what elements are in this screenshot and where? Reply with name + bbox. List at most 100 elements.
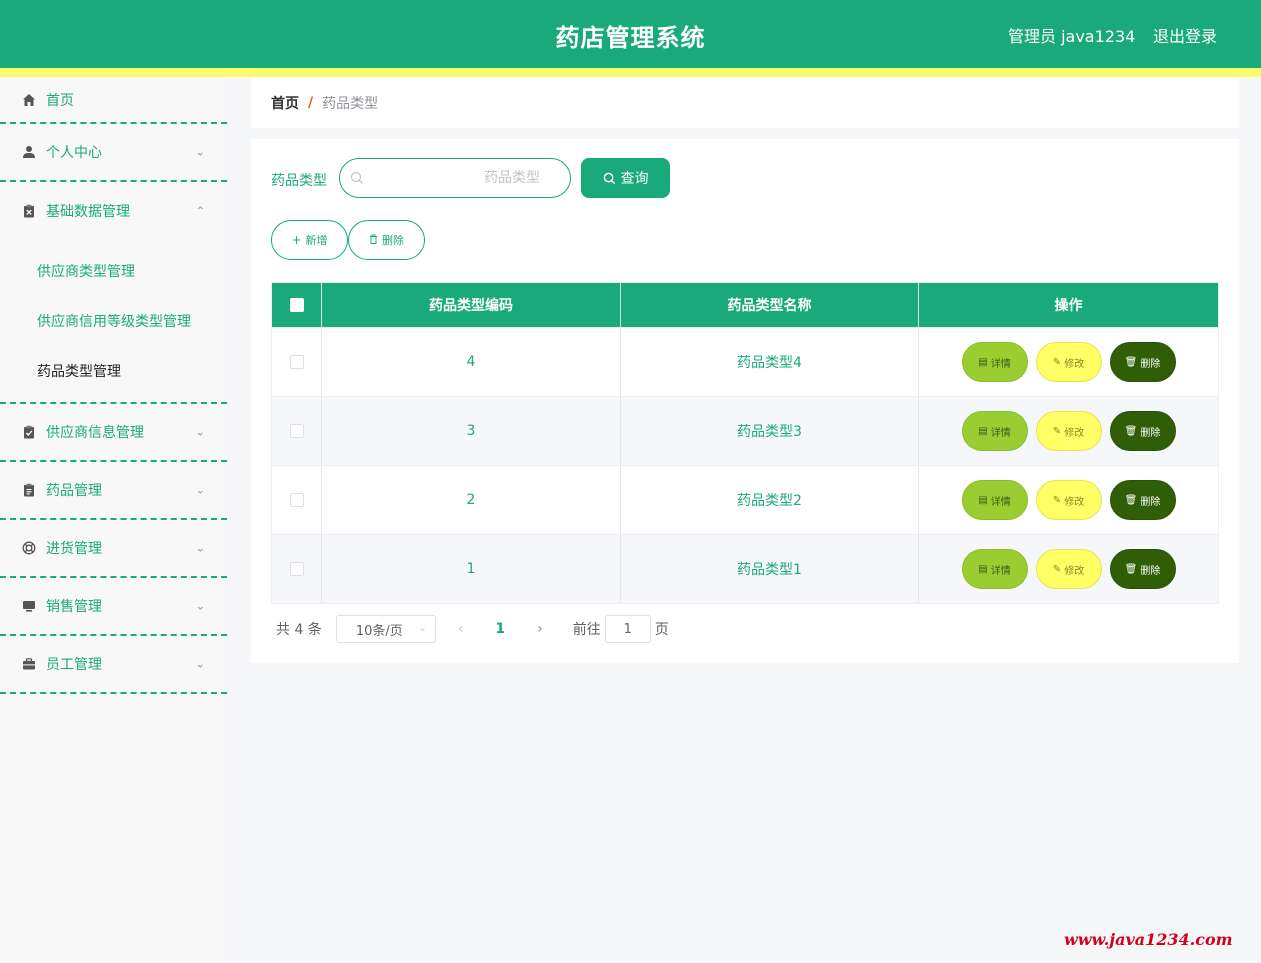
cell-code: 1 [322, 535, 621, 603]
cell-actions: ▤ 详情 ✎ 修改 🗑 删除 [919, 328, 1218, 396]
detail-button[interactable]: ▤ 详情 [961, 480, 1028, 520]
sidebar-item-sales[interactable]: 销售管理 ⌄ [0, 578, 227, 636]
briefcase-icon [21, 656, 37, 672]
add-button[interactable]: + 新增 [271, 220, 348, 260]
delete-button[interactable]: 🗑 删除 [1109, 549, 1176, 589]
trash-icon: 🗑 [1124, 425, 1138, 437]
pencil-icon: ✎ [1052, 425, 1062, 437]
chevron-down-icon: ⌄ [195, 483, 205, 497]
table-row: 2 药品类型2 ▤ 详情 ✎ 修改 🗑 删除 [272, 465, 1218, 534]
sidebar-item-drug[interactable]: 药品管理 ⌄ [0, 462, 227, 520]
edit-button[interactable]: ✎ 修改 [1035, 411, 1102, 451]
sidebar-item-staff[interactable]: 员工管理 ⌄ [0, 636, 227, 694]
column-header-code: 药品类型编码 [322, 283, 621, 327]
edit-label: 修改 [1064, 496, 1085, 508]
edit-button[interactable]: ✎ 修改 [1035, 549, 1102, 589]
pencil-icon: ✎ [1052, 563, 1062, 575]
delete-label: 删除 [1140, 427, 1161, 439]
search-icon [350, 170, 364, 184]
column-header-actions: 操作 [1054, 298, 1083, 314]
sidebar-subitem-supplier-type[interactable]: 供应商类型管理 [0, 246, 227, 296]
document-icon: ▤ [978, 563, 988, 575]
breadcrumb: 首页 / 药品类型 [251, 77, 1239, 128]
cell-code: 4 [322, 328, 621, 396]
breadcrumb-current: 药品类型 [322, 95, 379, 112]
delete-button[interactable]: 🗑 删除 [1109, 342, 1176, 382]
chevron-down-icon: ⌄ [195, 145, 205, 159]
row-checkbox[interactable] [289, 493, 304, 507]
plus-icon: + [291, 233, 302, 247]
pencil-icon: ✎ [1052, 356, 1062, 368]
select-all-cell [272, 283, 322, 327]
table-row: 4 药品类型4 ▤ 详情 ✎ 修改 🗑 删除 [272, 327, 1218, 396]
search-input[interactable] [370, 167, 560, 189]
delete-button[interactable]: 🗑 删除 [1109, 480, 1176, 520]
cell-name: 药品类型2 [621, 466, 919, 534]
batch-delete-label: 删除 [382, 234, 404, 247]
sidebar-item-label: 进货管理 [46, 541, 102, 557]
page-size-select[interactable]: 10条/页 ⌄ [335, 615, 436, 643]
row-checkbox[interactable] [289, 562, 304, 576]
page-size-value: 10条/页 [355, 623, 403, 639]
clipboard-icon [21, 203, 37, 219]
table-row: 1 药品类型1 ▤ 详情 ✎ 修改 🗑 删除 [272, 534, 1218, 603]
prev-page-button[interactable]: ‹ [458, 621, 464, 637]
detail-label: 详情 [990, 358, 1011, 370]
detail-label: 详情 [990, 565, 1011, 577]
query-button-label: 查询 [620, 171, 649, 187]
sidebar-item-supplier-info[interactable]: 供应商信息管理 ⌄ [0, 404, 227, 462]
breadcrumb-home[interactable]: 首页 [271, 93, 299, 113]
next-page-button[interactable]: › [537, 621, 543, 637]
page-unit-label: 页 [654, 622, 669, 638]
edit-label: 修改 [1064, 358, 1085, 370]
select-all-checkbox[interactable] [289, 298, 304, 312]
document-icon: ▤ [978, 356, 988, 368]
admin-user-label: 管理员 java1234 [1008, 27, 1136, 46]
pagination-total: 共 4 条 [276, 622, 322, 638]
trash-icon: 🗑 [1124, 356, 1138, 368]
edit-label: 修改 [1064, 565, 1085, 577]
search-field[interactable] [339, 158, 571, 198]
watermark: www.java1234.com [1064, 930, 1233, 949]
content-card: 药品类型 查询 + 新增 删除 药品类型编码 药品类型名称 操作 4 [251, 139, 1239, 663]
chevron-down-icon: ⌄ [418, 623, 427, 634]
trash-icon: 🗑 [1124, 494, 1138, 506]
sidebar-item-profile[interactable]: 个人中心 ⌄ [0, 124, 227, 182]
delete-label: 删除 [1140, 565, 1161, 577]
cell-actions: ▤ 详情 ✎ 修改 🗑 删除 [919, 535, 1218, 603]
delete-button[interactable]: 🗑 删除 [1109, 411, 1176, 451]
edit-button[interactable]: ✎ 修改 [1035, 480, 1102, 520]
trash-icon: 🗑 [1124, 563, 1138, 575]
breadcrumb-separator: / [308, 94, 314, 111]
row-checkbox[interactable] [289, 424, 304, 438]
edit-button[interactable]: ✎ 修改 [1035, 342, 1102, 382]
query-button[interactable]: 查询 [581, 158, 670, 198]
search-label: 药品类型 [271, 173, 327, 189]
delete-label: 删除 [1140, 496, 1161, 508]
sidebar-item-purchase[interactable]: 进货管理 ⌄ [0, 520, 227, 578]
detail-label: 详情 [990, 427, 1011, 439]
chevron-down-icon: ⌄ [195, 599, 205, 613]
sidebar-subitem-supplier-credit-type[interactable]: 供应商信用等级类型管理 [0, 296, 227, 346]
home-icon [21, 92, 37, 108]
page-jump-input[interactable] [604, 615, 651, 643]
detail-button[interactable]: ▤ 详情 [961, 411, 1028, 451]
batch-delete-button[interactable]: 删除 [348, 220, 425, 260]
sidebar-subitem-drug-type[interactable]: 药品类型管理 [0, 346, 227, 396]
add-button-label: 新增 [305, 234, 328, 247]
sidebar-item-label: 供应商信息管理 [46, 425, 144, 441]
trash-icon [369, 233, 378, 247]
search-icon [603, 172, 615, 184]
logout-link[interactable]: 退出登录 [1153, 23, 1217, 47]
row-checkbox[interactable] [289, 355, 304, 369]
clipboard-check-icon [21, 424, 37, 440]
page-number[interactable]: 1 [495, 621, 505, 637]
sidebar-item-home[interactable]: 首页 [0, 77, 227, 124]
detail-button[interactable]: ▤ 详情 [961, 549, 1028, 589]
column-header-name: 药品类型名称 [621, 283, 919, 327]
sidebar-item-basic-data[interactable]: 基础数据管理 ⌃ [0, 182, 227, 240]
chevron-down-icon: ⌄ [195, 657, 205, 671]
detail-button[interactable]: ▤ 详情 [961, 342, 1028, 382]
sidebar-item-label: 个人中心 [46, 145, 102, 161]
cell-actions: ▤ 详情 ✎ 修改 🗑 删除 [919, 397, 1218, 465]
